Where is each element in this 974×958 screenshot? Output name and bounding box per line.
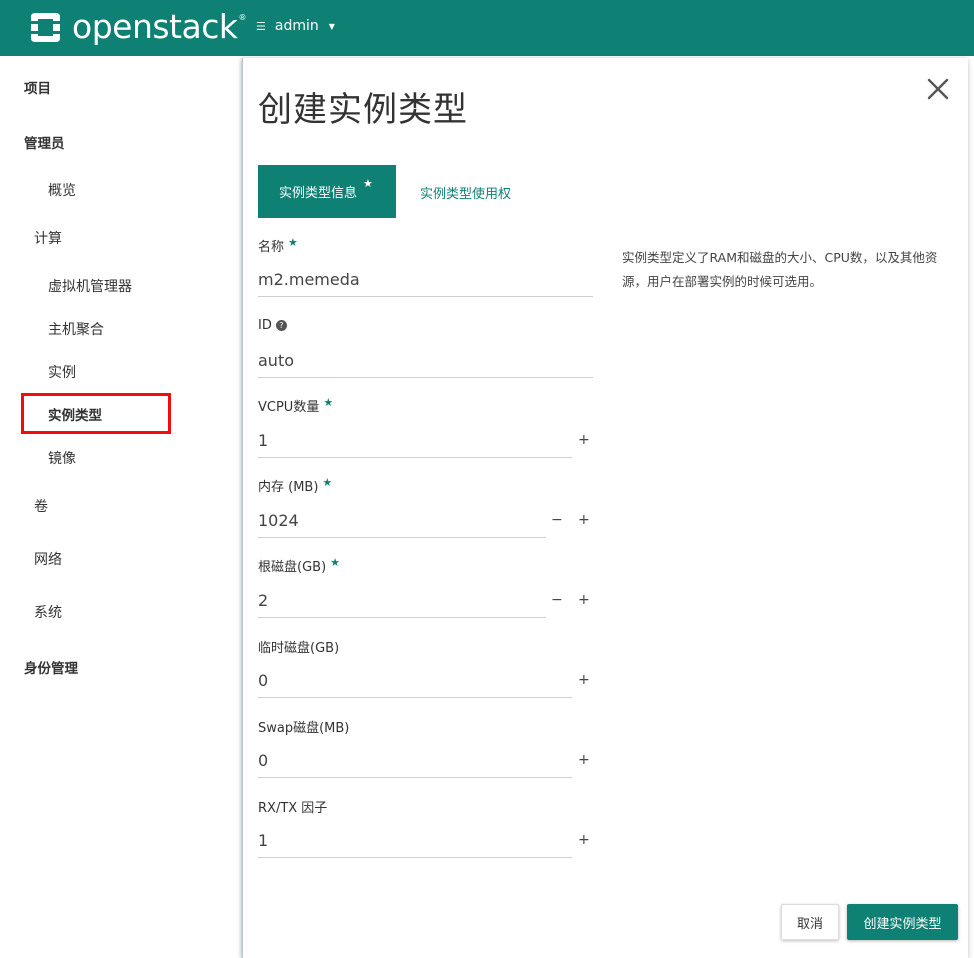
modal-title: 创建实例类型 xyxy=(258,90,468,130)
id-input[interactable] xyxy=(258,344,593,378)
sidebar-item-hypervisors[interactable]: 虚拟机管理器 xyxy=(48,276,132,296)
ram-input[interactable] xyxy=(258,504,546,538)
vcpus-input[interactable] xyxy=(258,424,572,458)
required-star-icon: ★ xyxy=(330,556,341,569)
ram-label-text: 内存 (MB) xyxy=(258,480,319,495)
menu-icon: ☰ xyxy=(256,19,266,33)
flavor-help-text: 实例类型定义了RAM和磁盘的大小、CPU数，以及其他资源，用户在部署实例的时候可… xyxy=(622,250,938,289)
sidebar-item-admin[interactable]: 管理员 xyxy=(24,132,65,152)
top-navbar: openstack ® ☰ admin ▼ xyxy=(0,0,974,56)
sidebar-item-identity[interactable]: 身份管理 xyxy=(24,657,78,677)
create-flavor-button[interactable]: 创建实例类型 xyxy=(847,904,958,940)
ephemeral-input[interactable] xyxy=(258,664,572,698)
sidebar-item-compute[interactable]: 计算 xyxy=(34,228,62,248)
disk-input[interactable] xyxy=(258,584,546,618)
name-label: 名称 ★ xyxy=(258,236,298,255)
openstack-logo-icon xyxy=(28,10,63,45)
ram-label: 内存 (MB) ★ xyxy=(258,476,332,495)
openstack-logo[interactable]: openstack ® xyxy=(28,8,246,46)
rxtx-label: RX/TX 因子 xyxy=(258,801,328,816)
ram-decrement-button[interactable]: − xyxy=(551,512,563,528)
rxtx-input[interactable] xyxy=(258,824,572,858)
swap-increment-button[interactable]: + xyxy=(578,752,590,768)
close-icon xyxy=(927,78,949,100)
tab-flavor-access[interactable]: 实例类型使用权 xyxy=(420,183,511,202)
vcpus-increment-button[interactable]: + xyxy=(578,432,590,448)
disk-label-text: 根磁盘(GB) xyxy=(258,560,327,575)
sidebar-item-instances[interactable]: 实例 xyxy=(48,362,76,382)
rxtx-increment-button[interactable]: + xyxy=(578,832,590,848)
ram-increment-button[interactable]: + xyxy=(578,512,590,528)
caret-down-icon: ▼ xyxy=(328,21,335,31)
vcpus-label: VCPU数量 ★ xyxy=(258,396,333,415)
sidebar: 项目 管理员 概览 计算 虚拟机管理器 主机聚合 实例 实例类型 镜像 卷 网络… xyxy=(0,56,240,958)
sidebar-item-project[interactable]: 项目 xyxy=(24,77,51,97)
required-star-icon: ★ xyxy=(288,236,298,249)
disk-increment-button[interactable]: + xyxy=(578,592,590,608)
sidebar-item-network[interactable]: 网络 xyxy=(34,549,62,569)
sidebar-item-host-aggregates[interactable]: 主机聚合 xyxy=(48,319,104,339)
tab-flavor-info-label: 实例类型信息 xyxy=(279,186,358,201)
help-icon[interactable]: ? xyxy=(275,320,287,331)
id-label-text: ID xyxy=(258,318,272,333)
required-star-icon: ★ xyxy=(323,396,334,409)
required-star-icon: ★ xyxy=(363,177,373,190)
sidebar-item-overview[interactable]: 概览 xyxy=(48,180,76,200)
required-star-icon: ★ xyxy=(322,476,333,489)
ephemeral-label: 临时磁盘(GB) xyxy=(258,641,340,656)
project-dropdown[interactable]: ☰ admin ▼ xyxy=(256,18,335,34)
tab-flavor-info[interactable]: 实例类型信息 ★ xyxy=(258,165,396,218)
project-label: admin xyxy=(274,18,319,34)
id-label: ID? xyxy=(258,318,287,333)
sidebar-item-system[interactable]: 系统 xyxy=(34,602,62,622)
sidebar-item-volumes[interactable]: 卷 xyxy=(34,496,48,516)
highlight-box xyxy=(21,393,171,434)
disk-decrement-button[interactable]: − xyxy=(551,592,563,608)
name-label-text: 名称 xyxy=(258,240,285,255)
name-input[interactable] xyxy=(258,263,593,297)
cancel-button[interactable]: 取消 xyxy=(781,904,839,940)
create-flavor-modal: 创建实例类型 实例类型信息 ★ 实例类型使用权 名称★ ID? VCPU数量★ … xyxy=(242,58,968,958)
vcpus-label-text: VCPU数量 xyxy=(258,400,320,415)
disk-label: 根磁盘(GB) ★ xyxy=(258,556,340,575)
swap-input[interactable] xyxy=(258,744,572,778)
brand-name: openstack xyxy=(72,7,238,46)
swap-label: Swap磁盘(MB) xyxy=(258,721,350,736)
registered-mark: ® xyxy=(238,12,247,22)
ephemeral-increment-button[interactable]: + xyxy=(578,672,590,688)
close-button[interactable] xyxy=(926,72,954,104)
sidebar-item-images[interactable]: 镜像 xyxy=(48,448,76,468)
